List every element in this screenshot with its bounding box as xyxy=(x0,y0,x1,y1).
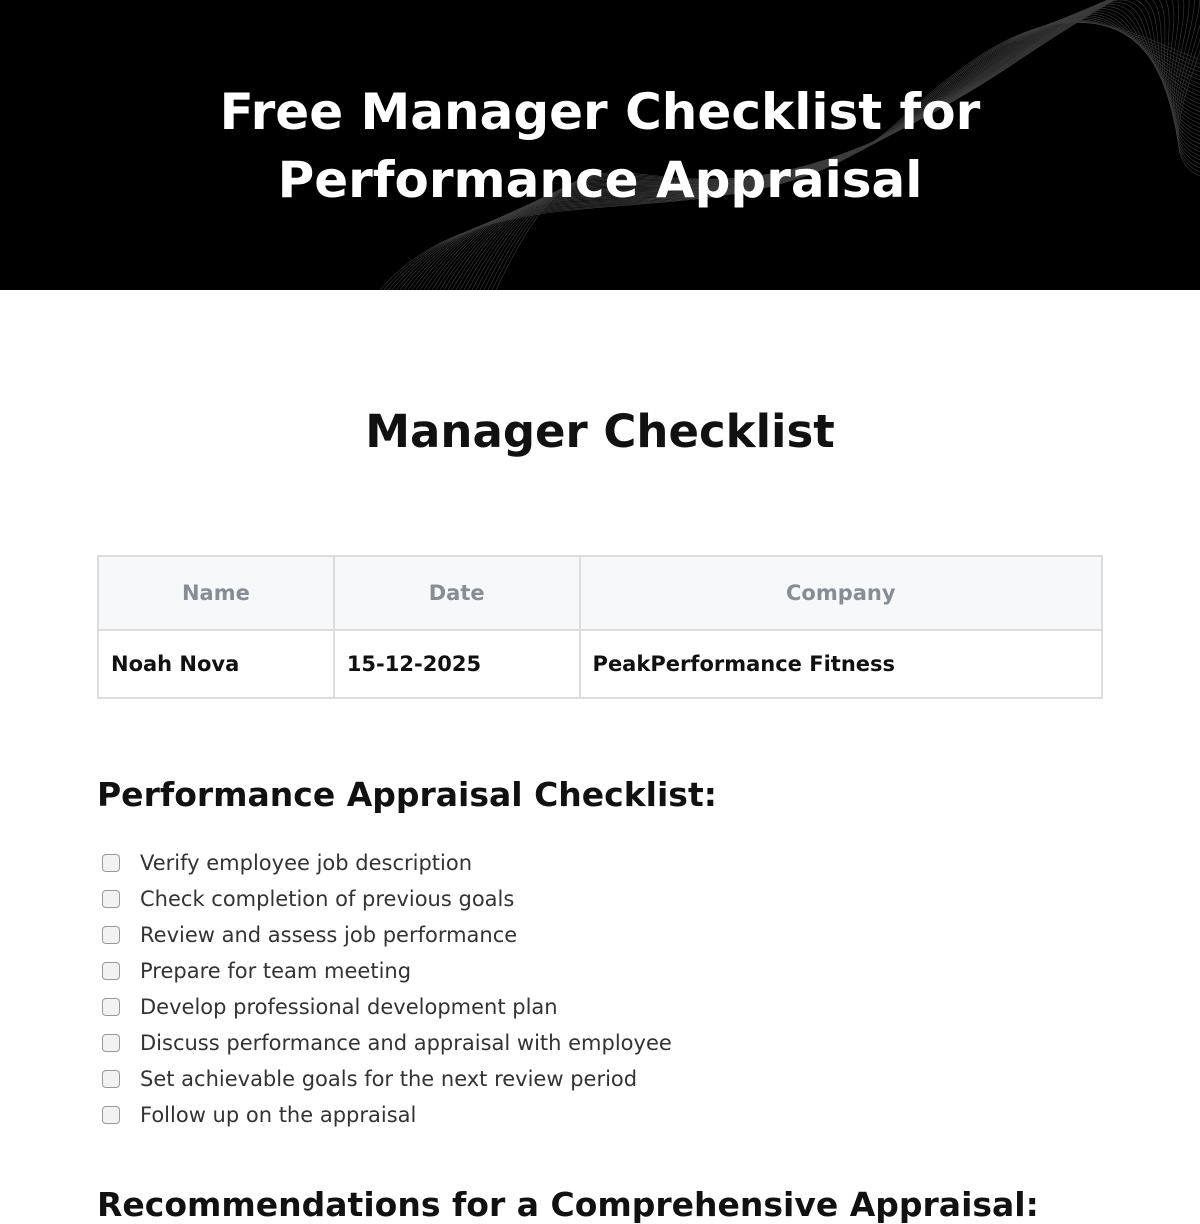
checkbox[interactable] xyxy=(102,998,120,1016)
header-banner: Free Manager Checklist for Performance Ap… xyxy=(0,0,1200,290)
checkbox[interactable] xyxy=(102,890,120,908)
checkbox[interactable] xyxy=(102,854,120,872)
table-row: Noah Nova 15-12-2025 PeakPerformance Fit… xyxy=(97,629,1104,699)
recommendations-heading: Recommendations for a Comprehensive Appr… xyxy=(97,1185,1039,1224)
banner-title: Free Manager Checklist for Performance Ap… xyxy=(219,83,981,209)
list-item: Discuss performance and appraisal with e… xyxy=(100,1025,672,1061)
list-item: Prepare for team meeting xyxy=(100,953,672,989)
checkbox[interactable] xyxy=(102,1034,120,1052)
table-header-row: Name Date Company xyxy=(97,555,1104,631)
list-item: Verify employee job description xyxy=(100,845,672,881)
checkbox[interactable] xyxy=(102,962,120,980)
header-company: Company xyxy=(578,555,1104,631)
checklist-heading: Performance Appraisal Checklist: xyxy=(97,775,717,814)
list-item: Develop professional development plan xyxy=(100,989,672,1025)
list-item: Check completion of previous goals xyxy=(100,881,672,917)
checkbox[interactable] xyxy=(102,926,120,944)
document-title: Manager Checklist xyxy=(365,405,835,458)
header-date: Date xyxy=(332,555,581,631)
cell-date: 15-12-2025 xyxy=(332,629,581,699)
cell-name: Noah Nova xyxy=(97,629,335,699)
checkbox[interactable] xyxy=(102,1070,120,1088)
header-name: Name xyxy=(97,555,335,631)
list-item: Set achievable goals for the next review… xyxy=(100,1061,672,1097)
list-item: Review and assess job performance xyxy=(100,917,672,953)
list-item: Follow up on the appraisal xyxy=(100,1097,672,1133)
cell-company: PeakPerformance Fitness xyxy=(578,629,1104,699)
checkbox[interactable] xyxy=(102,1106,120,1124)
checklist: Verify employee job description Check co… xyxy=(100,845,672,1133)
info-table: Name Date Company Noah Nova 15-12-2025 P… xyxy=(97,555,1104,699)
